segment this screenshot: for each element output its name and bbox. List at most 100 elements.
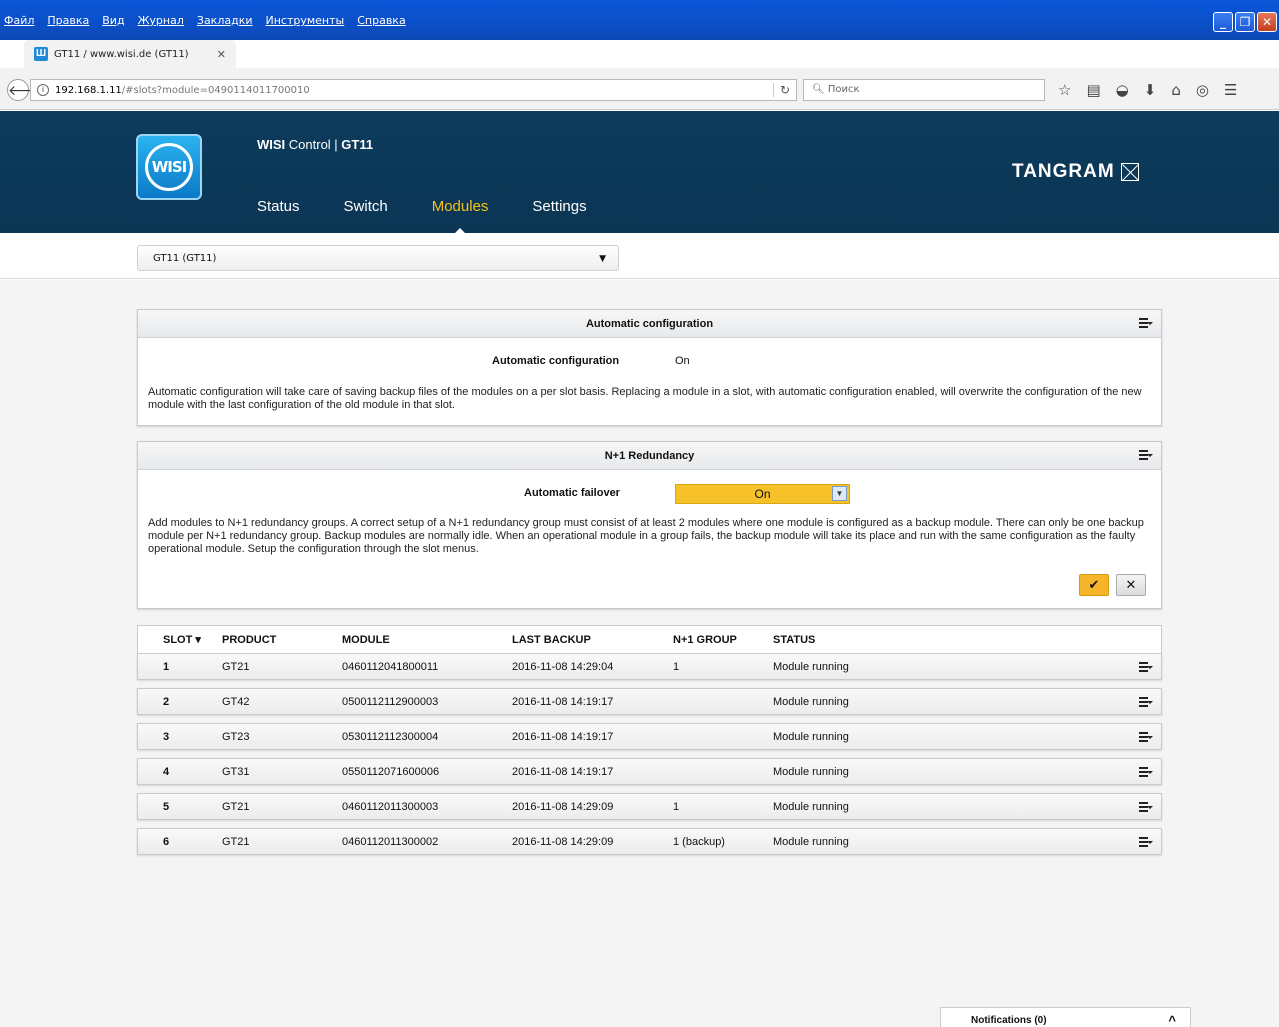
close-window-icon[interactable]: ✕ [1257, 12, 1277, 32]
menu-file[interactable]: Файл [4, 14, 34, 27]
cancel-button[interactable]: ✕ [1116, 574, 1146, 596]
nav-switch[interactable]: Switch [344, 198, 388, 215]
minimize-icon[interactable]: _ [1213, 12, 1233, 32]
menu-help[interactable]: Справка [357, 14, 405, 27]
menu-view[interactable]: Вид [102, 14, 124, 27]
table-row[interactable]: 3 GT23 0530112112300004 2016-11-08 14:19… [137, 723, 1162, 750]
sync-icon[interactable]: ◎ [1196, 81, 1209, 99]
slot-number: 1 [163, 661, 170, 673]
panel-menu-icon[interactable] [1139, 450, 1153, 462]
slot-product: GT21 [222, 661, 250, 673]
reading-list-icon[interactable]: ▤ [1086, 81, 1100, 99]
wisi-favicon-icon: Ш [34, 47, 48, 61]
search-placeholder: Поиск [827, 84, 860, 95]
table-row[interactable]: 2 GT42 0500112112900003 2016-11-08 14:19… [137, 688, 1162, 715]
row-menu-icon[interactable] [1139, 697, 1153, 709]
auto-config-title: Automatic configuration [585, 318, 714, 330]
slot-group: 1 (backup) [673, 836, 725, 848]
notifications-label: Notifications (0) [971, 1015, 1047, 1026]
slot-module: 0460112041800011 [342, 661, 439, 673]
menu-tools[interactable]: Инструменты [266, 14, 345, 27]
nav-modules[interactable]: Modules [432, 198, 488, 234]
app-title: WISI Control | GT11 [257, 137, 373, 152]
slot-number: 3 [163, 731, 170, 743]
slot-module: 0530112112300004 [342, 731, 439, 743]
column-header-slot[interactable]: SLOT ▾ [163, 626, 201, 654]
redundancy-header: N+1 Redundancy [138, 442, 1161, 470]
slot-group: 1 [673, 661, 680, 673]
hamburger-menu-icon[interactable]: ☰ [1224, 81, 1237, 99]
panel-menu-icon[interactable] [1139, 318, 1153, 330]
back-arrow-icon[interactable]: 🡐 [7, 79, 46, 101]
device-select-value: GT11 (GT11) [153, 253, 217, 264]
slot-product: GT21 [222, 801, 250, 813]
menu-edit[interactable]: Правка [47, 14, 89, 27]
slot-product: GT42 [222, 696, 250, 708]
column-header-group: N+1 GROUP [673, 634, 737, 646]
tangram-text: TANGRAM [1012, 161, 1115, 182]
app-title-brand: WISI [257, 137, 286, 152]
bookmark-star-icon[interactable]: ☆ [1058, 81, 1071, 99]
nav-settings[interactable]: Settings [532, 198, 586, 215]
search-input[interactable]: 🔍︎ Поиск [803, 79, 1045, 101]
wisi-logo[interactable]: WISI [136, 134, 202, 200]
row-menu-icon[interactable] [1139, 732, 1153, 744]
redundancy-description: Add modules to N+1 redundancy groups. A … [148, 517, 1144, 555]
row-menu-icon[interactable] [1139, 767, 1153, 779]
reload-icon[interactable]: ↻ [772, 83, 790, 97]
browser-tab[interactable]: Ш GT11 / www.wisi.de (GT11) ✕ [24, 40, 236, 68]
tab-title: GT11 / www.wisi.de (GT11) [54, 48, 189, 60]
menu-bookmarks[interactable]: Закладки [197, 14, 253, 27]
auto-config-value: On [675, 355, 690, 367]
download-icon[interactable]: ⬇ [1144, 81, 1157, 99]
column-header-last-backup: LAST BACKUP [512, 634, 591, 646]
row-menu-icon[interactable] [1139, 802, 1153, 814]
app-title-rest: Control | [285, 137, 342, 152]
chevron-down-icon[interactable]: ▼ [832, 486, 847, 501]
slot-product: GT23 [222, 731, 250, 743]
slot-number: 5 [163, 801, 170, 813]
slot-last-backup: 2016-11-08 14:29:09 [512, 836, 614, 848]
logo-text: WISI [145, 143, 193, 191]
info-icon[interactable]: i [37, 84, 49, 96]
row-menu-icon[interactable] [1139, 837, 1153, 849]
app-title-device: GT11 [341, 137, 374, 152]
column-header-module: MODULE [342, 634, 390, 646]
nav-status[interactable]: Status [257, 198, 300, 215]
slot-product: GT31 [222, 766, 250, 778]
slot-group: 1 [673, 801, 680, 813]
restore-icon[interactable]: ❐ [1235, 12, 1255, 32]
app-header: WISI WISI Control | GT11 TANGRAM Status … [0, 111, 1279, 234]
failover-value: On [754, 487, 771, 501]
browser-menubar: Файл Правка Вид Журнал Закладки Инструме… [4, 14, 406, 27]
browser-toolbar: ☆ ▤ ◒ ⬇ ⌂ ◎ ☰ [1058, 81, 1237, 99]
url-bar[interactable]: i 192.168.1.11/#slots?module=04901140117… [30, 79, 797, 101]
pocket-icon[interactable]: ◒ [1116, 81, 1129, 99]
table-row[interactable]: 6 GT21 0460112011300002 2016-11-08 14:29… [137, 828, 1162, 855]
auto-config-label: Automatic configuration [492, 355, 620, 367]
slot-status: Module running [773, 731, 849, 743]
menu-history[interactable]: Журнал [138, 14, 184, 27]
tab-close-icon[interactable]: ✕ [217, 48, 226, 61]
slot-status: Module running [773, 661, 849, 673]
notifications-bar[interactable]: Notifications (0) ^ [940, 1007, 1191, 1027]
slot-last-backup: 2016-11-08 14:19:17 [512, 696, 614, 708]
table-row[interactable]: 1 GT21 0460112041800011 2016-11-08 14:29… [137, 653, 1162, 680]
table-row[interactable]: 4 GT31 0550112071600006 2016-11-08 14:19… [137, 758, 1162, 785]
chevron-up-icon[interactable]: ^ [1168, 1008, 1176, 1027]
confirm-button[interactable]: ✔ [1079, 574, 1109, 596]
home-icon[interactable]: ⌂ [1171, 81, 1181, 99]
failover-select[interactable]: On ▼ [675, 484, 850, 504]
row-menu-icon[interactable] [1139, 662, 1153, 674]
device-select[interactable]: GT11 (GT11) ▼ [137, 245, 619, 271]
url-host: 192.168.1.11 [55, 84, 122, 96]
slot-status: Module running [773, 801, 849, 813]
browser-navbar: 🡐 i 192.168.1.11/#slots?module=049011401… [0, 68, 1279, 110]
url-path: /#slots?module=0490114011700010 [121, 84, 310, 96]
new-tab-icon[interactable]: + [244, 44, 255, 65]
tangram-logo: TANGRAM [1012, 161, 1139, 183]
slot-status: Module running [773, 696, 849, 708]
slot-status: Module running [773, 836, 849, 848]
table-row[interactable]: 5 GT21 0460112011300003 2016-11-08 14:29… [137, 793, 1162, 820]
failover-label: Automatic failover [524, 487, 620, 499]
